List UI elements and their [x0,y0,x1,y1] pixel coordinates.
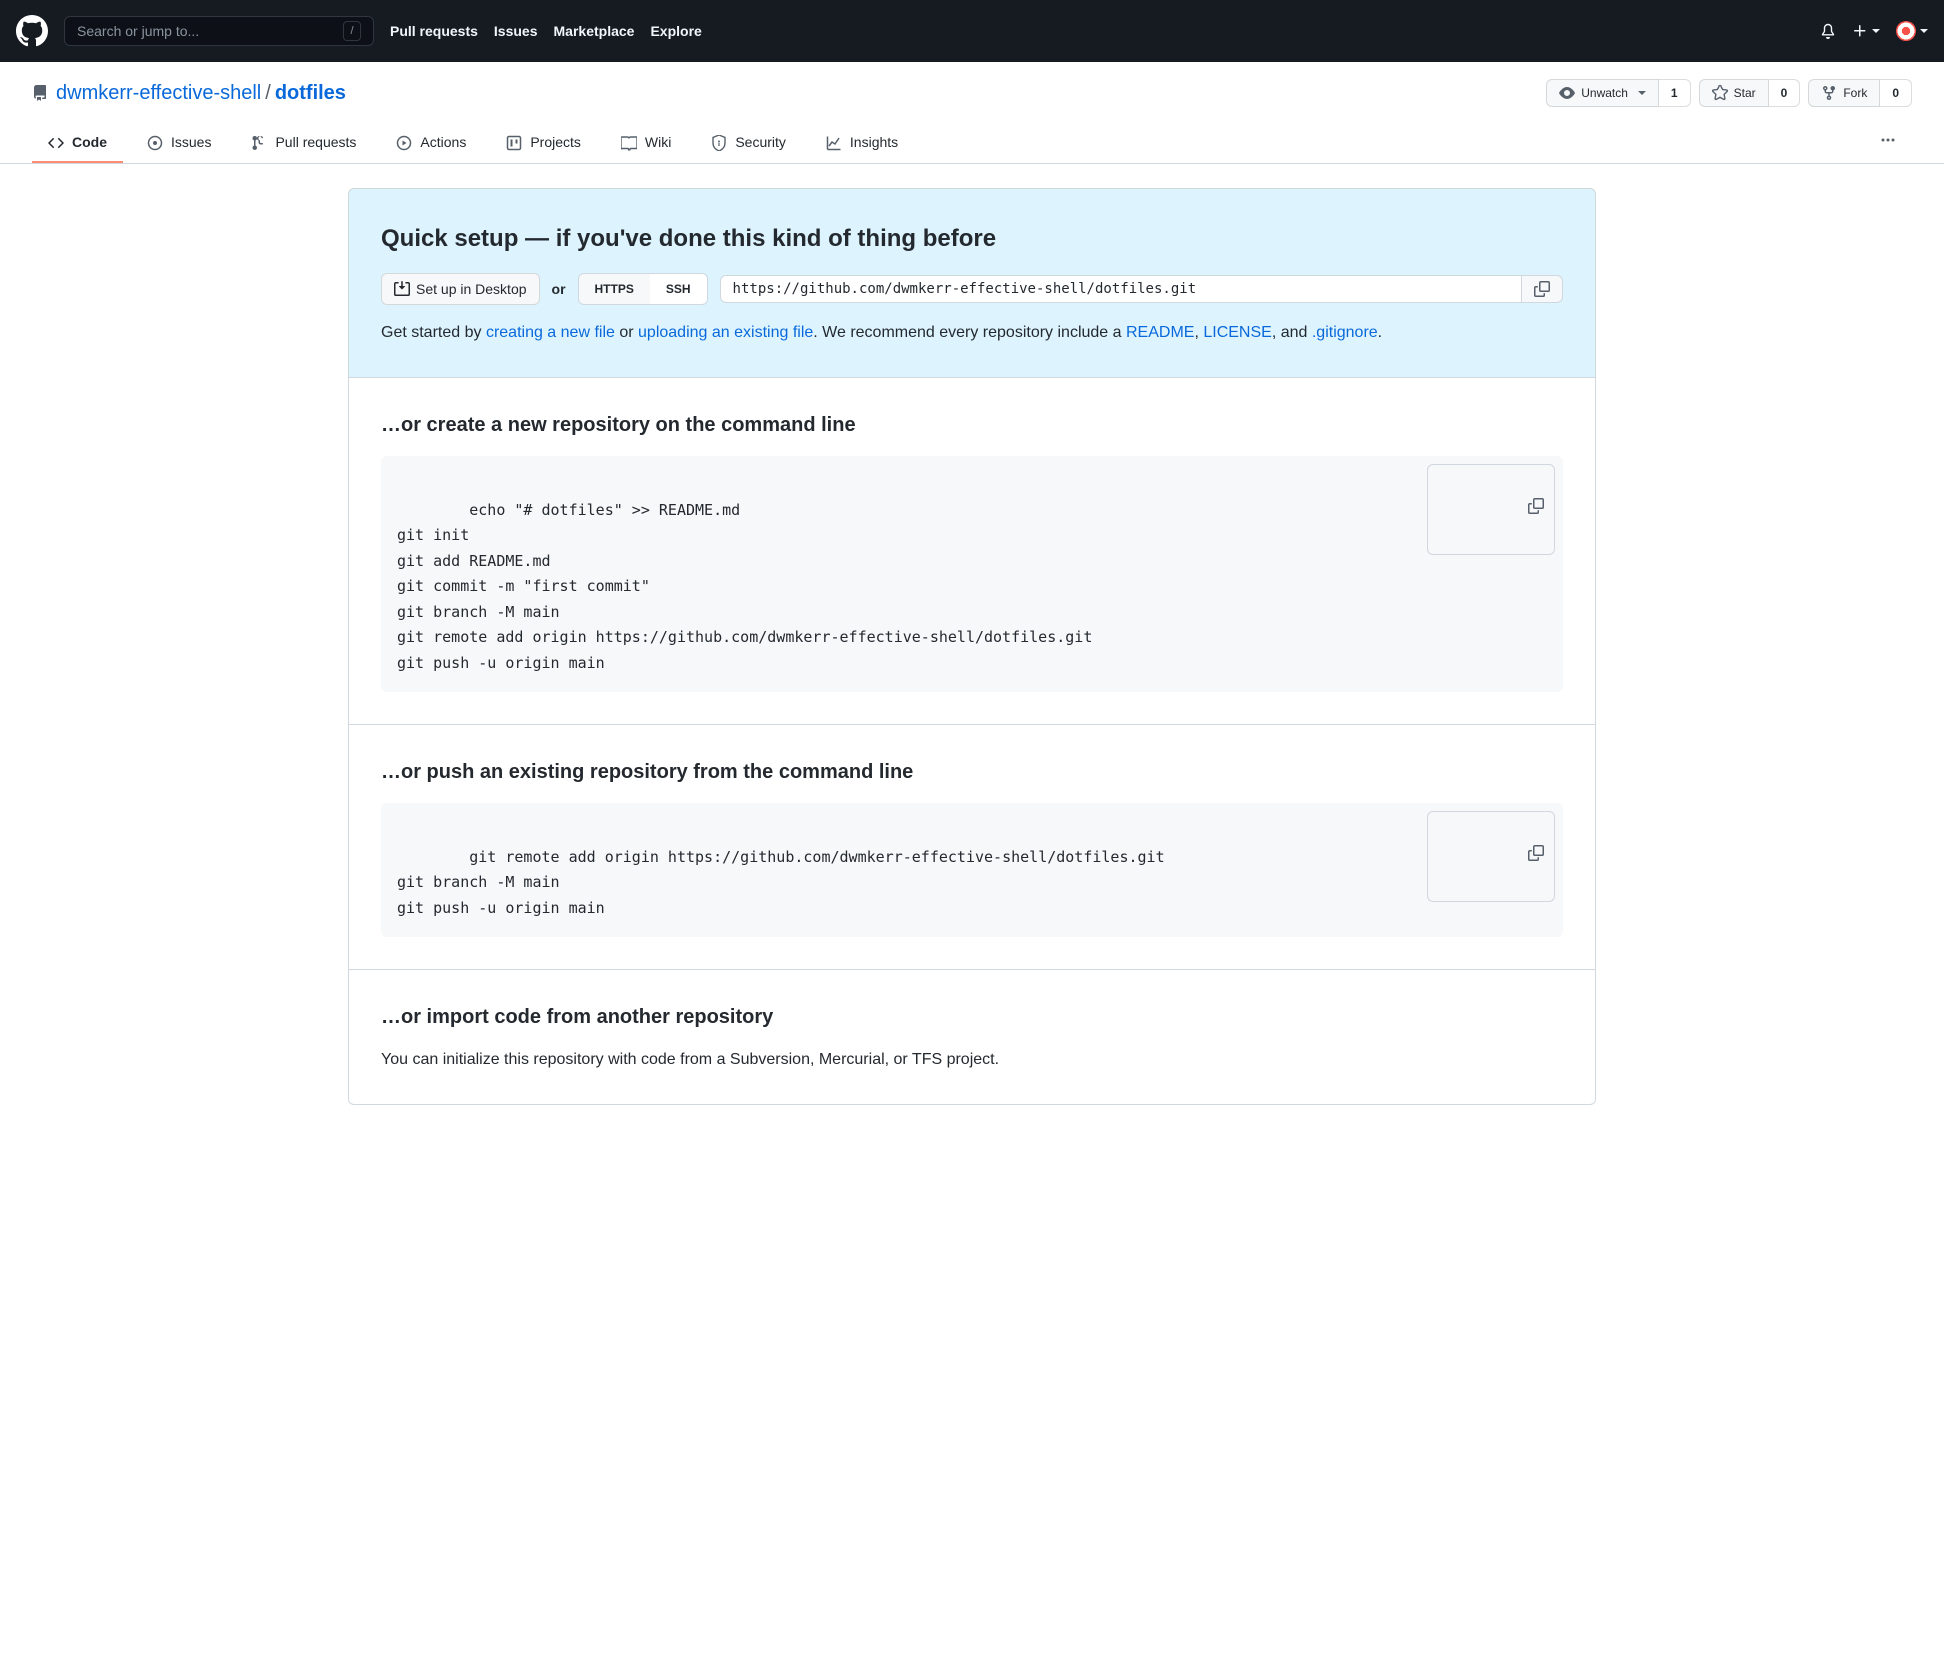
repo-name-link[interactable]: dotfiles [275,78,346,108]
tab-wiki-label: Wiki [645,132,671,153]
tab-wiki[interactable]: Wiki [605,124,687,163]
nav-explore[interactable]: Explore [650,21,701,42]
create-code-text: echo "# dotfiles" >> README.md git init … [397,501,1092,672]
search-box[interactable]: / [64,16,374,46]
create-repo-title: …or create a new repository on the comma… [381,410,1563,440]
quick-setup-box: Quick setup — if you've done this kind o… [348,188,1596,1105]
more-tabs-icon[interactable] [1864,124,1912,163]
link-new-file[interactable]: creating a new file [486,324,615,341]
repo-tabs: Code Issues Pull requests Actions Projec… [0,124,1944,164]
notifications-icon[interactable] [1820,23,1836,39]
nav-issues[interactable]: Issues [494,21,538,42]
https-toggle[interactable]: HTTPS [579,274,650,304]
import-section: …or import code from another repository … [349,969,1595,1104]
star-button[interactable]: Star [1699,79,1769,107]
repo-owner-link[interactable]: dwmkerr-effective-shell [56,78,261,108]
tab-insights-label: Insights [850,132,898,153]
link-gitignore[interactable]: .gitignore [1312,324,1378,341]
header-right [1820,21,1928,41]
import-description: You can initialize this repository with … [381,1048,1563,1072]
watch-count[interactable]: 1 [1659,79,1691,107]
nav-marketplace[interactable]: Marketplace [554,21,635,42]
protocol-toggle: HTTPS SSH [578,273,708,305]
repo-header: dwmkerr-effective-shell / dotfiles Unwat… [0,62,1944,108]
quick-setup-description: Get started by creating a new file or up… [381,321,1563,345]
path-separator: / [265,78,271,108]
ssh-toggle[interactable]: SSH [650,274,707,304]
unwatch-button[interactable]: Unwatch [1546,79,1659,107]
link-readme[interactable]: README [1126,324,1194,341]
fork-button[interactable]: Fork [1808,79,1880,107]
tab-issues[interactable]: Issues [131,124,227,163]
tab-insights[interactable]: Insights [810,124,914,163]
copy-create-code-button[interactable] [1427,464,1555,555]
quick-setup-header: Quick setup — if you've done this kind o… [349,189,1595,377]
unwatch-label: Unwatch [1581,84,1628,102]
fork-count[interactable]: 0 [1880,79,1912,107]
star-label: Star [1734,84,1756,102]
tab-security[interactable]: Security [695,124,802,163]
create-new-icon[interactable] [1852,23,1880,39]
global-header: / Pull requests Issues Marketplace Explo… [0,0,1944,62]
star-count[interactable]: 0 [1769,79,1801,107]
link-upload-file[interactable]: uploading an existing file [638,324,813,341]
tab-projects-label: Projects [530,132,581,153]
push-repo-code: git remote add origin https://github.com… [381,803,1563,937]
global-nav: Pull requests Issues Marketplace Explore [390,21,702,42]
user-avatar[interactable] [1896,21,1928,41]
fork-label: Fork [1843,84,1867,102]
push-repo-section: …or push an existing repository from the… [349,724,1595,969]
clone-url-input[interactable] [720,275,1522,303]
copy-url-button[interactable] [1522,275,1563,303]
setup-desktop-button[interactable]: Set up in Desktop [381,273,540,305]
tab-pr-label: Pull requests [275,132,356,153]
quick-setup-title: Quick setup — if you've done this kind o… [381,221,1563,257]
link-license[interactable]: LICENSE [1203,324,1271,341]
or-text: or [552,279,566,300]
create-repo-section: …or create a new repository on the comma… [349,377,1595,724]
tab-issues-label: Issues [171,132,211,153]
repo-title: dwmkerr-effective-shell / dotfiles [32,78,1546,108]
copy-push-code-button[interactable] [1427,811,1555,902]
search-input[interactable] [77,23,343,39]
tab-pull-requests[interactable]: Pull requests [235,124,372,163]
slash-key-hint: / [343,21,361,41]
push-code-text: git remote add origin https://github.com… [397,848,1165,917]
tab-actions-label: Actions [420,132,466,153]
main-container: Quick setup — if you've done this kind o… [332,164,1612,1129]
tab-projects[interactable]: Projects [490,124,597,163]
tab-actions[interactable]: Actions [380,124,482,163]
tab-code-label: Code [72,132,107,153]
push-repo-title: …or push an existing repository from the… [381,757,1563,787]
tab-security-label: Security [735,132,786,153]
create-repo-code: echo "# dotfiles" >> README.md git init … [381,456,1563,692]
import-title: …or import code from another repository [381,1002,1563,1032]
tab-code[interactable]: Code [32,124,123,163]
nav-pull-requests[interactable]: Pull requests [390,21,478,42]
github-logo-icon[interactable] [16,15,48,47]
repo-actions: Unwatch 1 Star 0 Fork 0 [1546,79,1912,107]
setup-desktop-label: Set up in Desktop [416,279,527,300]
